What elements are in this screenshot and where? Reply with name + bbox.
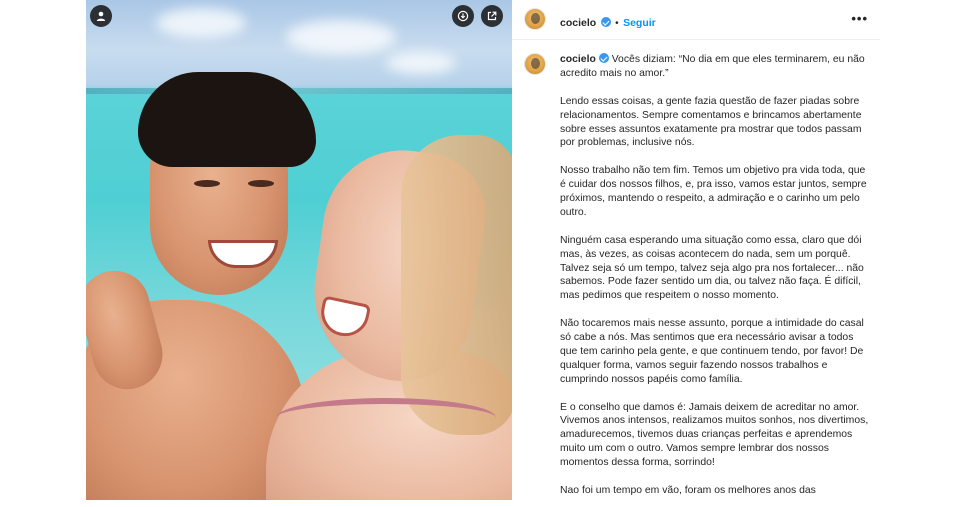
download-icon (457, 10, 469, 22)
post-header: cocielo • Seguir ••• (512, 0, 880, 40)
caption-paragraph: Lendo essas coisas, a gente fazia questã… (560, 95, 862, 149)
caption-paragraph: Ninguém casa esperando uma situação como… (560, 234, 864, 302)
caption-username[interactable]: cocielo (560, 54, 596, 65)
open-external-icon (487, 11, 497, 21)
caption-paragraph: cocielo Vocês diziam: “No dia em que ele… (560, 53, 870, 81)
follow-button[interactable]: Seguir (623, 17, 656, 29)
header-separator: • (615, 18, 619, 29)
user-tag-button[interactable] (90, 5, 112, 27)
caption-paragraph: E o conselho que damos é: Jamais deixem … (560, 401, 869, 469)
more-options-icon[interactable]: ••• (851, 11, 868, 26)
open-external-button[interactable] (481, 5, 503, 27)
user-icon (96, 11, 106, 21)
sky-cloud (286, 20, 396, 54)
caption-avatar[interactable] (524, 53, 546, 75)
sky-cloud (386, 52, 456, 74)
verified-badge-icon (600, 17, 611, 27)
caption-paragraph: Não tocaremos mais nesse assunto, porque… (560, 318, 864, 385)
header-username[interactable]: cocielo (560, 17, 596, 29)
post-sidebar: cocielo • Seguir ••• cocielo Vocês dizia… (512, 0, 880, 500)
post-photo[interactable] (86, 0, 512, 500)
header-user-row: cocielo • Seguir (560, 13, 656, 31)
caption-paragraph: Nosso trabalho não tem fim. Temos um obj… (560, 165, 867, 218)
horizon (86, 88, 512, 94)
verified-badge-icon (598, 53, 609, 63)
avatar[interactable] (524, 8, 546, 30)
download-button[interactable] (452, 5, 474, 27)
post-caption: cocielo Vocês diziam: “No dia em que ele… (560, 53, 870, 507)
caption-paragraph: Nao foi um tempo em vão, foram os melhor… (560, 485, 816, 496)
sky-cloud (156, 8, 246, 38)
